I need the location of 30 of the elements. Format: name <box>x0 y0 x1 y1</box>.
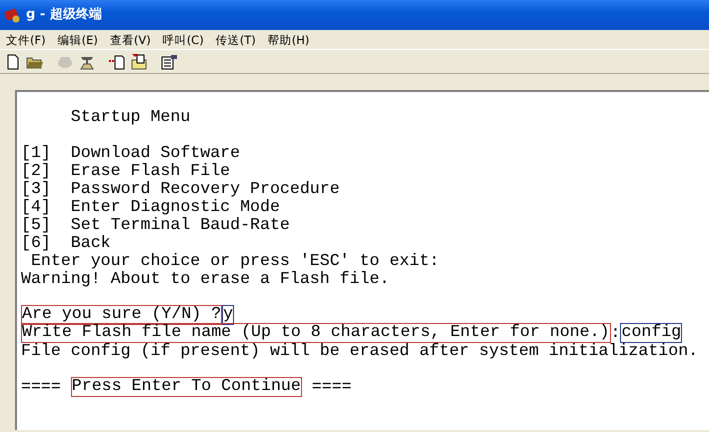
terminal-screen[interactable] <box>15 90 709 430</box>
menu-item[interactable]: 查看(V) <box>104 30 157 49</box>
terminal-text: [5] Set Terminal Baud-Rate <box>21 216 290 234</box>
terminal-text: ==== <box>21 378 62 396</box>
terminal-text: [3] Password Recovery Procedure <box>21 180 340 198</box>
terminal-text: [2] Erase Flash File <box>21 162 230 180</box>
app-icon[interactable] <box>4 7 22 23</box>
menu-item[interactable]: 传送(T) <box>210 30 262 49</box>
menu-item[interactable]: 帮助(H) <box>262 30 316 49</box>
outlined-text: Are you sure (Y/N) ? <box>21 305 222 325</box>
receive-file-icon[interactable] <box>130 52 148 70</box>
outlined-text: config <box>620 323 682 343</box>
terminal-text: [6] Back <box>21 234 111 252</box>
outlined-text: Press Enter To Continue <box>70 377 302 397</box>
outlined-text: y <box>222 305 234 325</box>
terminal-text: Warning! About to erase a Flash file. <box>21 270 390 288</box>
window-title: g - 超级终端 <box>26 6 102 24</box>
terminal-text: : <box>610 324 620 342</box>
terminal-text: File config (if present) will be erased after system initialization. <box>21 342 698 360</box>
terminal-text: [1] Download Software <box>21 144 240 162</box>
terminal-text: Startup Menu <box>70 108 190 126</box>
menu-item[interactable]: 编辑(E) <box>52 30 104 49</box>
menu-item[interactable]: 文件(F) <box>0 30 52 49</box>
properties-icon[interactable] <box>160 52 178 70</box>
send-file-icon[interactable] <box>108 52 126 70</box>
terminal-text: ==== <box>310 378 352 396</box>
terminal-text: Enter your choice or press 'ESC' to exit: <box>30 252 440 270</box>
outlined-text: Write Flash file name (Up to 8 characters, Enter for none.) <box>21 323 611 343</box>
menu-item[interactable]: 呼叫(C) <box>156 30 210 49</box>
terminal-text: [4] Enter Diagnostic Mode <box>21 198 280 216</box>
